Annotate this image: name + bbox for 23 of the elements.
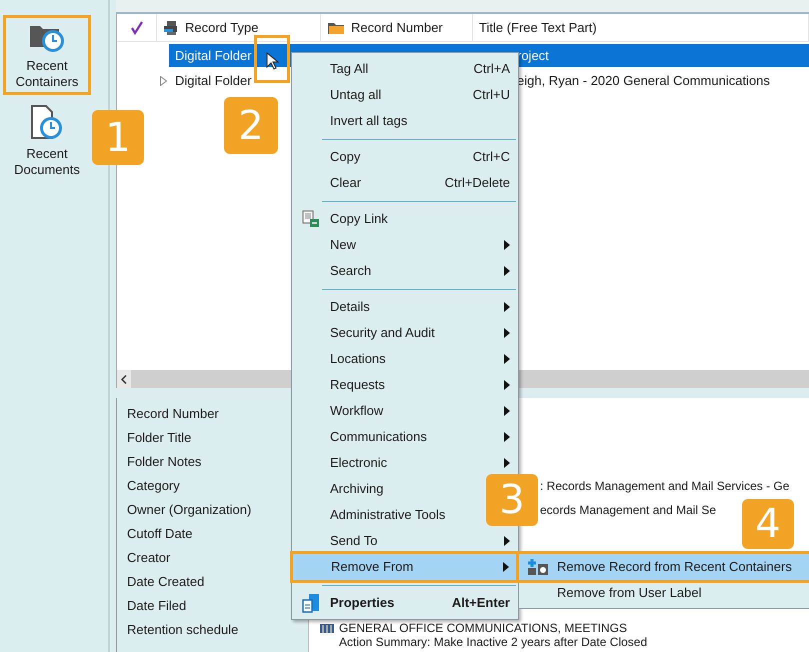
property-label: Folder Notes — [127, 453, 202, 472]
step-badge: 2 — [224, 97, 278, 154]
property-label: Retention schedule — [127, 621, 238, 640]
property-label: Folder Title — [127, 429, 192, 448]
property-value: ecords Management and Mail Se — [540, 502, 716, 519]
shortcut-text: Ctrl+C — [472, 148, 510, 166]
property-label: Record Number — [127, 405, 219, 424]
shortcut-text: Ctrl+U — [472, 86, 510, 104]
property-label: Date Filed — [127, 597, 186, 616]
property-label: Date Created — [127, 573, 204, 592]
property-label: Cutoff Date — [127, 525, 193, 544]
property-value: : Records Management and Mail Services - Ge — [540, 478, 790, 495]
step-badge: 1 — [92, 110, 144, 165]
property-value: GENERAL OFFICE COMMUNICATIONS, MEETINGS — [339, 621, 628, 635]
shortcut-text: Ctrl+Delete — [444, 174, 510, 192]
shortcut-text: Alt+Enter — [452, 594, 510, 612]
step-badge: 3 — [486, 474, 538, 526]
property-label: Owner (Organization) — [127, 501, 252, 520]
property-value: Action Summary: Make Inactive 2 years after Date Closed — [338, 635, 648, 649]
property-label: Category — [127, 477, 180, 496]
property-label: Creator — [127, 549, 170, 568]
step-badge: 4 — [742, 499, 794, 549]
table-cell-text: Digital Folder — [174, 72, 253, 90]
